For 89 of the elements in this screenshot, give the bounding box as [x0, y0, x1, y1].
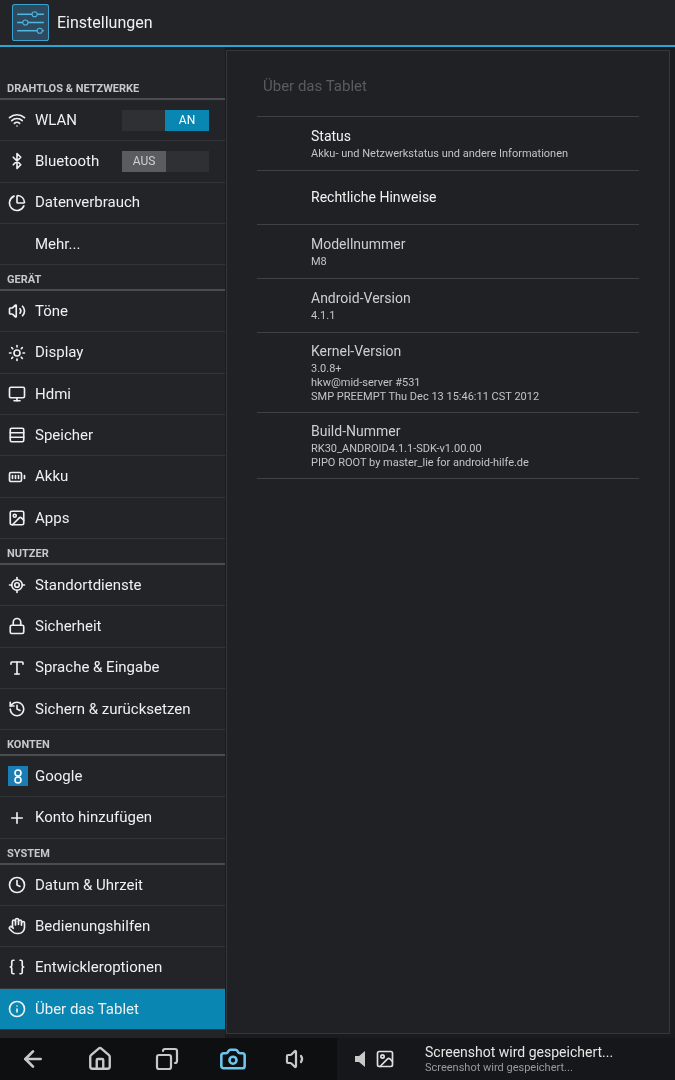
- sidebar-item[interactable]: Konto hinzufügen: [0, 797, 225, 839]
- item-label: Konto hinzufügen: [35, 807, 153, 829]
- item-label: Töne: [35, 301, 69, 323]
- item-label: Google: [35, 766, 83, 788]
- item-label: Bedienungshilfen: [35, 915, 151, 937]
- sidebar-item[interactable]: Hdmi: [0, 373, 225, 416]
- item-label: Display: [35, 342, 84, 364]
- row-value: Akku- und Netzwerkstatus und andere Informationen: [311, 146, 570, 161]
- keyboard-letter-icon: [8, 658, 26, 677]
- notification[interactable]: Screenshot wird gespeichert... Screenshot wird gespeichert...: [337, 1038, 675, 1080]
- sidebar-item[interactable]: Display: [0, 332, 225, 374]
- item-label: Sprache & Eingabe: [35, 657, 160, 679]
- row-title: Android-Version: [311, 288, 412, 308]
- home-icon[interactable]: [87, 1046, 113, 1072]
- sidebar-item[interactable]: Akku: [0, 456, 225, 498]
- sidebar-item[interactable]: Sprache & Eingabe: [0, 647, 225, 689]
- row-value: hkw@mid-server #531: [311, 375, 422, 390]
- item-label: Sicherheit: [35, 616, 102, 638]
- item-label: Entwickleroptionen: [35, 957, 163, 979]
- item-label: WLAN: [35, 109, 77, 131]
- item-label: Akku: [35, 466, 69, 488]
- hand-icon: [8, 917, 26, 936]
- sidebar-item[interactable]: Datum & Uhrzeit: [0, 864, 225, 907]
- clock-icon: [8, 875, 26, 894]
- item-label: Bluetooth: [35, 151, 100, 173]
- restore-icon: [8, 700, 26, 718]
- item-label: Speicher: [35, 424, 94, 446]
- section-header: KONTEN: [0, 730, 225, 757]
- row-title: Modellnummer: [311, 234, 407, 254]
- apps-icon: [8, 508, 26, 527]
- pie-chart-icon: [8, 193, 26, 212]
- item-label: Mehr...: [35, 233, 81, 255]
- item-label: Datum & Uhrzeit: [35, 874, 143, 896]
- row-title: Build-Nummer: [311, 421, 402, 441]
- sidebar-item[interactable]: WLAN AN: [0, 100, 225, 142]
- row-title: Kernel-Version: [311, 341, 403, 361]
- sidebar-item[interactable]: Datenverbrauch: [0, 182, 225, 224]
- settings-sliders-icon[interactable]: [12, 4, 49, 41]
- row-value: 4.1.1: [311, 308, 337, 323]
- item-label: Sichern & zurücksetzen: [35, 698, 191, 720]
- row-value: RK30_ANDROID4.1.1-SDK-v1.00.00: [311, 441, 483, 456]
- sidebar-item[interactable]: Sichern & zurücksetzen: [0, 688, 225, 731]
- storage-icon: [8, 426, 26, 445]
- sidebar-item[interactable]: Standortdienste: [0, 564, 225, 607]
- wifi-icon: [8, 111, 26, 130]
- row-value: M8: [311, 254, 328, 269]
- item-label: Datenverbrauch: [35, 192, 141, 214]
- sidebar-item[interactable]: Bluetooth AUS: [0, 141, 225, 183]
- sidebar-item[interactable]: Töne: [0, 291, 225, 333]
- braces-icon: [8, 958, 26, 977]
- row-value: SMP PREEMPT Thu Dec 13 15:46:11 CST 2012: [311, 389, 541, 404]
- info-icon: [8, 999, 26, 1018]
- row-value: PIPO ROOT by master_lie for android-hilfe.de: [311, 455, 530, 470]
- speaker-icon: [355, 1051, 365, 1067]
- notification-title: Screenshot wird gespeichert...: [425, 1044, 614, 1061]
- item-label: Standortdienste: [35, 574, 142, 596]
- notification-text: Screenshot wird gespeichert...: [425, 1061, 574, 1074]
- toggle-switch[interactable]: AUS: [122, 150, 209, 172]
- recent-apps-icon[interactable]: [155, 1047, 179, 1071]
- image-icon: [375, 1049, 395, 1069]
- item-label: Apps: [35, 507, 70, 529]
- sidebar-item[interactable]: Über das Tablet: [0, 988, 225, 1030]
- section-header: NUTZER: [0, 538, 225, 565]
- location-icon: [8, 576, 26, 595]
- section-header: GERÄT: [0, 265, 225, 292]
- monitor-icon: [8, 384, 26, 403]
- detail-row[interactable]: Status Akku- und Netzwerkstatus und andere Informationen: [257, 116, 639, 171]
- item-label: Über das Tablet: [35, 998, 139, 1020]
- detail-title: Über das Tablet: [262, 76, 368, 97]
- detail-row[interactable]: Rechtliche Hinweise: [257, 170, 639, 225]
- sidebar-item[interactable]: Speicher: [0, 415, 225, 457]
- lock-icon: [8, 617, 26, 636]
- row-value: 3.0.8+: [311, 361, 343, 376]
- sidebar-item[interactable]: Entwickleroptionen: [0, 947, 225, 989]
- app-title: Einstellungen: [57, 11, 153, 34]
- sidebar-item[interactable]: Bedienungshilfen: [0, 906, 225, 948]
- sidebar-item[interactable]: Mehr...: [0, 223, 225, 266]
- section-header: SYSTEM: [0, 838, 225, 865]
- toggle-switch[interactable]: AN: [122, 109, 209, 131]
- section-header: DRAHTLOS & NETZWERKE: [0, 74, 225, 100]
- item-label: Hdmi: [35, 383, 71, 405]
- row-title: Status: [311, 126, 353, 146]
- speaker-icon: [8, 302, 26, 321]
- brightness-icon: [8, 343, 26, 362]
- row-title: Rechtliche Hinweise: [311, 187, 438, 207]
- sidebar-item[interactable]: Apps: [0, 497, 225, 539]
- sidebar-item[interactable]: Google: [0, 756, 225, 798]
- camera-icon[interactable]: [219, 1045, 247, 1073]
- sidebar-item[interactable]: Sicherheit: [0, 606, 225, 648]
